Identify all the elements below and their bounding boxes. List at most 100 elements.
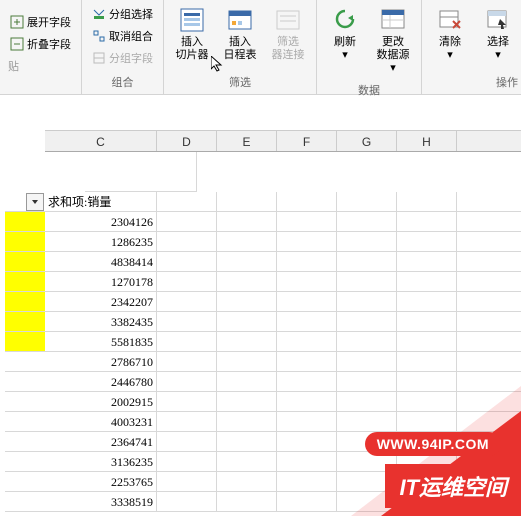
empty-cell[interactable] [277, 312, 337, 331]
empty-cell[interactable] [397, 232, 457, 251]
empty-cell[interactable] [277, 292, 337, 311]
data-cell[interactable]: 2342207 [45, 292, 157, 311]
col-header-c[interactable]: C [45, 131, 157, 151]
data-cell[interactable]: 1286235 [45, 232, 157, 251]
pivot-header-cell[interactable]: 求和项:销量 [45, 192, 157, 211]
data-cell[interactable]: 2786710 [45, 352, 157, 371]
data-cell[interactable]: 4838414 [45, 252, 157, 271]
empty-cell[interactable] [337, 272, 397, 291]
empty-cell[interactable] [277, 452, 337, 471]
empty-cell[interactable] [337, 352, 397, 371]
expand-field-button[interactable]: 展开字段 [6, 12, 75, 32]
ungroup-button[interactable]: 取消组合 [88, 26, 157, 46]
data-cell[interactable]: 2446780 [45, 372, 157, 391]
data-cell[interactable]: 1270178 [45, 272, 157, 291]
empty-cell[interactable] [217, 312, 277, 331]
empty-cell[interactable] [337, 212, 397, 231]
empty-cell[interactable] [337, 252, 397, 271]
empty-cell[interactable] [217, 212, 277, 231]
empty-cell[interactable] [217, 292, 277, 311]
insert-slicer-button[interactable]: 插入切片器 [168, 2, 216, 66]
empty-cell[interactable] [217, 372, 277, 391]
ribbon: 展开字段 折叠字段 贴 分组选择 [0, 0, 521, 95]
empty-cell[interactable] [217, 472, 277, 491]
empty-cell[interactable] [217, 492, 277, 511]
data-cell[interactable]: 3382435 [45, 312, 157, 331]
empty-cell[interactable] [157, 352, 217, 371]
pivot-filter-dropdown[interactable] [26, 193, 44, 211]
data-cell[interactable]: 2304126 [45, 212, 157, 231]
empty-cell[interactable] [217, 452, 277, 471]
col-header-h[interactable]: H [397, 131, 457, 151]
data-cell[interactable]: 3338519 [45, 492, 157, 511]
select-button[interactable]: 选择▾ [474, 2, 521, 66]
empty-cell[interactable] [157, 492, 217, 511]
empty-cell[interactable] [277, 392, 337, 411]
empty-cell[interactable] [157, 432, 217, 451]
empty-cell[interactable] [277, 352, 337, 371]
empty-cell[interactable] [217, 252, 277, 271]
empty-cell[interactable] [217, 352, 277, 371]
refresh-button[interactable]: 刷新▾ [321, 2, 369, 66]
col-header-e[interactable]: E [217, 131, 277, 151]
data-cell[interactable]: 4003231 [45, 412, 157, 431]
empty-cell[interactable] [217, 272, 277, 291]
empty-cell[interactable] [277, 372, 337, 391]
empty-cell[interactable] [277, 332, 337, 351]
empty-cell[interactable] [277, 412, 337, 431]
empty-cell[interactable] [217, 392, 277, 411]
empty-cell[interactable] [397, 252, 457, 271]
clear-button[interactable]: 清除▾ [426, 2, 474, 66]
empty-cell[interactable] [157, 472, 217, 491]
empty-cell[interactable] [157, 272, 217, 291]
empty-cell[interactable] [277, 232, 337, 251]
data-cell[interactable]: 2253765 [45, 472, 157, 491]
col-header-f[interactable]: F [277, 131, 337, 151]
row-highlight [5, 212, 45, 231]
empty-cell[interactable] [337, 312, 397, 331]
change-source-button[interactable]: 更改数据源 ▾ [369, 2, 417, 80]
empty-cell[interactable] [277, 252, 337, 271]
empty-cell[interactable] [157, 292, 217, 311]
empty-cell[interactable] [397, 292, 457, 311]
empty-cell[interactable] [397, 272, 457, 291]
collapse-field-button[interactable]: 折叠字段 [6, 34, 75, 54]
empty-cell[interactable] [157, 232, 217, 251]
data-cell[interactable]: 3136235 [45, 452, 157, 471]
slicer-icon [176, 6, 208, 34]
empty-cell[interactable] [277, 272, 337, 291]
col-header-d[interactable]: D [157, 131, 217, 151]
empty-cell[interactable] [157, 312, 217, 331]
data-cell[interactable]: 2364741 [45, 432, 157, 451]
empty-cell[interactable] [217, 432, 277, 451]
empty-cell[interactable] [277, 432, 337, 451]
empty-cell[interactable] [217, 232, 277, 251]
empty-cell[interactable] [217, 332, 277, 351]
empty-cell[interactable] [337, 292, 397, 311]
timeline-l1: 插入 [229, 36, 251, 48]
empty-cell[interactable] [397, 352, 457, 371]
col-header-g[interactable]: G [337, 131, 397, 151]
empty-cell[interactable] [157, 452, 217, 471]
empty-cell[interactable] [337, 332, 397, 351]
empty-cell[interactable] [217, 412, 277, 431]
data-cell[interactable]: 5581835 [45, 332, 157, 351]
empty-cell[interactable] [157, 372, 217, 391]
table-row: 5581835 [5, 332, 521, 352]
empty-cell[interactable] [277, 492, 337, 511]
empty-cell[interactable] [397, 332, 457, 351]
empty-cell[interactable] [157, 212, 217, 231]
empty-cell[interactable] [157, 332, 217, 351]
dd-icon: ▾ [342, 49, 348, 61]
empty-cell[interactable] [397, 312, 457, 331]
data-cell[interactable]: 2002915 [45, 392, 157, 411]
empty-cell[interactable] [157, 412, 217, 431]
group-select-button[interactable]: 分组选择 [88, 4, 157, 24]
empty-cell[interactable] [277, 472, 337, 491]
empty-cell[interactable] [157, 252, 217, 271]
empty-cell[interactable] [337, 232, 397, 251]
empty-cell[interactable] [277, 212, 337, 231]
insert-timeline-button[interactable]: 插入日程表 [216, 2, 264, 66]
empty-cell[interactable] [397, 212, 457, 231]
empty-cell[interactable] [157, 392, 217, 411]
